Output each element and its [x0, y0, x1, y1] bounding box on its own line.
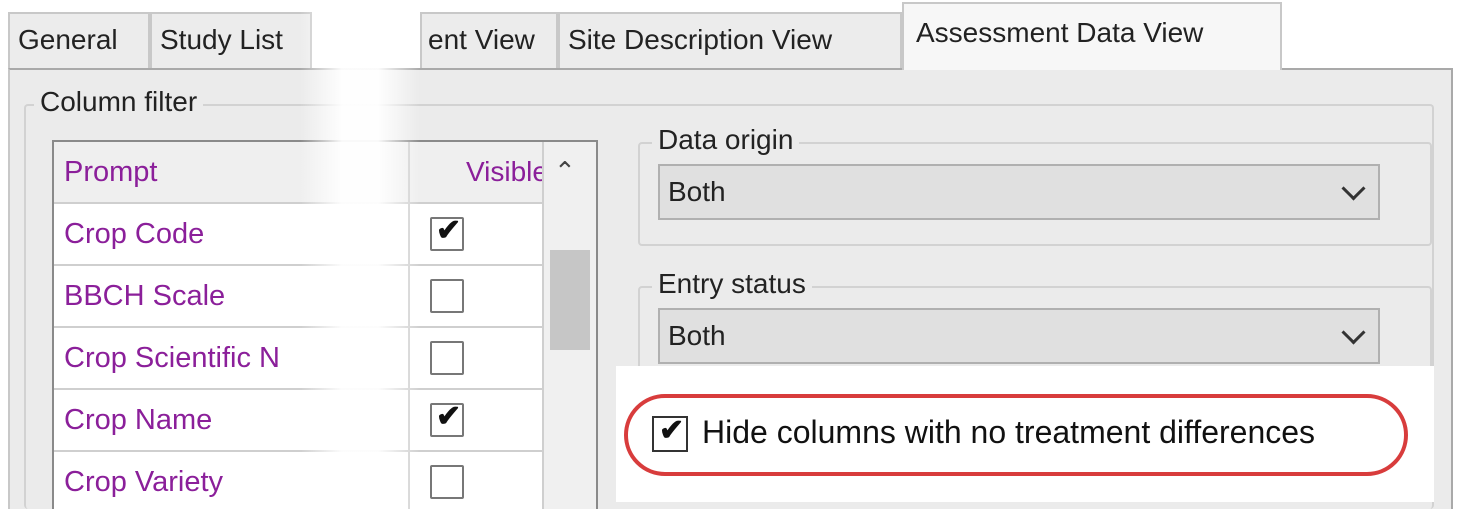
data-origin-value: Both	[668, 176, 726, 207]
table-row: BBCH Scale	[54, 266, 542, 328]
check-icon: ✔	[659, 414, 685, 447]
tab-bar: General Study List ent View Site Descrip…	[0, 0, 1461, 70]
chevron-up-icon[interactable]: ⌃	[554, 156, 576, 187]
data-origin-select[interactable]: Both	[658, 164, 1380, 220]
visible-checkbox-crop-code[interactable]: ✔	[430, 214, 464, 251]
visible-checkbox-crop-variety[interactable]	[430, 465, 464, 499]
table-row: Crop Name ✔	[54, 390, 542, 452]
tab-site-description-view[interactable]: Site Description View	[558, 12, 902, 68]
entry-status-select[interactable]: Both	[658, 308, 1380, 364]
visible-checkbox-crop-scientific-name[interactable]	[430, 341, 464, 375]
hide-columns-label[interactable]: Hide columns with no treatment differenc…	[702, 414, 1315, 451]
grid-scrollbar[interactable]: ⌃	[542, 142, 596, 509]
entry-status-value: Both	[668, 320, 726, 351]
tab-study-list[interactable]: Study List	[150, 12, 312, 68]
blur-overlay	[300, 0, 420, 509]
grid-header-row: Prompt Visible	[54, 142, 548, 204]
visible-checkbox-crop-name[interactable]: ✔	[430, 400, 464, 437]
table-row: Crop Variety	[54, 452, 542, 509]
tab-experiment-view[interactable]: ent View	[420, 12, 558, 68]
chevron-down-icon	[1341, 176, 1366, 201]
table-row: Crop Scientific N	[54, 328, 542, 390]
data-origin-legend: Data origin	[652, 124, 800, 156]
tab-assessment-data-view[interactable]: Assessment Data View	[902, 2, 1282, 70]
visible-column-header[interactable]: Visible	[410, 142, 548, 202]
visible-checkbox-bbch-scale[interactable]	[430, 279, 464, 313]
entry-status-legend: Entry status	[652, 268, 812, 300]
hide-columns-checkbox[interactable]: ✔	[652, 414, 688, 452]
chevron-down-icon	[1341, 320, 1366, 345]
tab-general[interactable]: General	[8, 12, 150, 68]
column-filter-legend: Column filter	[34, 86, 204, 118]
scrollbar-thumb[interactable]	[550, 250, 590, 350]
table-row: Crop Code ✔	[54, 204, 542, 266]
check-icon: ✔	[436, 214, 462, 247]
check-icon: ✔	[436, 400, 462, 433]
